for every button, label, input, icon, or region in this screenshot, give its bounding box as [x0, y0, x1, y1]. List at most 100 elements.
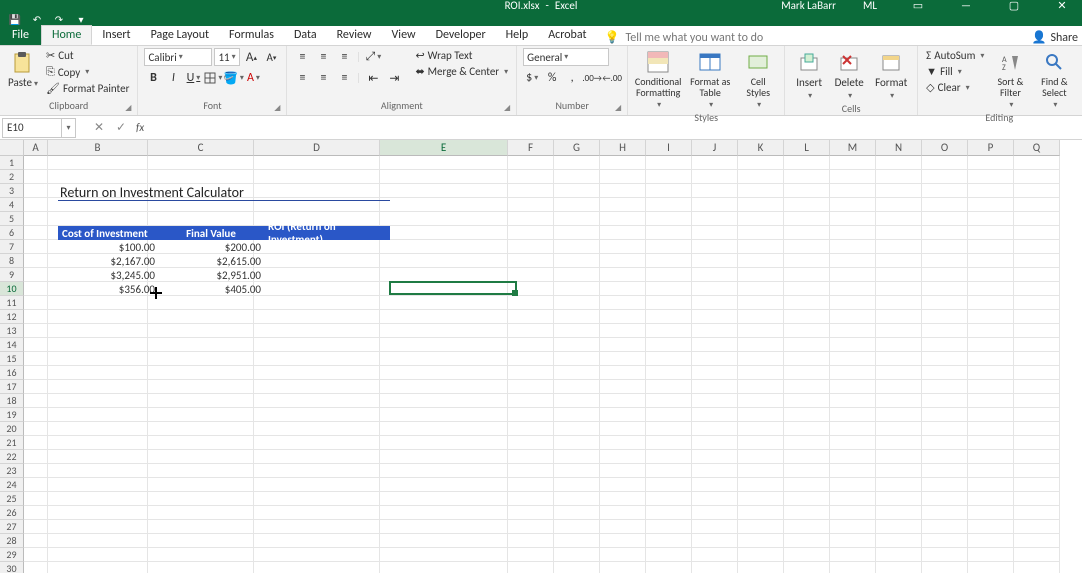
cell[interactable] — [646, 506, 692, 520]
cell[interactable] — [968, 184, 1014, 198]
cell[interactable] — [148, 380, 254, 394]
cell[interactable] — [738, 324, 784, 338]
accounting-format-button[interactable]: $ — [523, 69, 541, 87]
cell[interactable] — [48, 534, 148, 548]
cell[interactable] — [646, 380, 692, 394]
cell[interactable] — [692, 534, 738, 548]
cell[interactable] — [380, 478, 508, 492]
cell[interactable] — [646, 534, 692, 548]
cell[interactable] — [646, 422, 692, 436]
undo-icon[interactable]: ↶ — [28, 12, 46, 26]
borders-button[interactable] — [204, 69, 222, 87]
cell[interactable] — [692, 548, 738, 562]
cell[interactable] — [148, 394, 254, 408]
cell[interactable] — [830, 422, 876, 436]
cell[interactable] — [24, 310, 48, 324]
cell[interactable] — [554, 254, 600, 268]
cell[interactable] — [876, 366, 922, 380]
cell[interactable] — [1014, 436, 1060, 450]
cell[interactable] — [600, 394, 646, 408]
cell[interactable] — [738, 548, 784, 562]
find-select-button[interactable]: Find & Select — [1034, 48, 1074, 110]
column-header[interactable]: J — [692, 140, 738, 156]
tab-home[interactable]: Home — [41, 25, 92, 45]
enter-formula-button[interactable]: ✓ — [110, 120, 132, 135]
cell[interactable] — [380, 156, 508, 170]
cell[interactable] — [254, 548, 380, 562]
cell[interactable] — [738, 268, 784, 282]
cell[interactable] — [738, 380, 784, 394]
cell[interactable] — [380, 548, 508, 562]
cell-styles-button[interactable]: Cell Styles — [738, 48, 778, 110]
cell[interactable] — [148, 338, 254, 352]
cell[interactable] — [254, 352, 380, 366]
cell[interactable] — [600, 170, 646, 184]
cell[interactable] — [784, 464, 830, 478]
cell[interactable] — [922, 156, 968, 170]
cell[interactable] — [646, 408, 692, 422]
column-header[interactable]: O — [922, 140, 968, 156]
merge-center-button[interactable]: ⬌Merge & Center — [413, 64, 510, 79]
tell-me-search[interactable]: 💡 Tell me what you want to do — [604, 30, 763, 45]
cell[interactable] — [968, 338, 1014, 352]
format-cells-button[interactable]: Format — [871, 48, 911, 101]
cell[interactable] — [600, 212, 646, 226]
cell[interactable] — [922, 478, 968, 492]
cell[interactable] — [738, 506, 784, 520]
cell[interactable] — [646, 254, 692, 268]
cell[interactable] — [24, 184, 48, 198]
decrease-decimal-button[interactable]: ←.00 — [603, 69, 621, 87]
cell[interactable] — [148, 212, 254, 226]
cell[interactable] — [254, 156, 380, 170]
cell[interactable] — [148, 324, 254, 338]
cell[interactable] — [554, 450, 600, 464]
cell[interactable] — [254, 268, 380, 282]
cell[interactable] — [876, 198, 922, 212]
cell[interactable] — [380, 520, 508, 534]
cell[interactable] — [148, 310, 254, 324]
cell[interactable] — [922, 548, 968, 562]
bold-button[interactable]: B — [144, 69, 162, 87]
cell[interactable] — [1014, 450, 1060, 464]
cell[interactable] — [380, 464, 508, 478]
cell[interactable] — [830, 478, 876, 492]
tab-page-layout[interactable]: Page Layout — [141, 25, 219, 45]
cell[interactable] — [784, 338, 830, 352]
cell[interactable] — [784, 212, 830, 226]
cell[interactable] — [922, 436, 968, 450]
cell[interactable] — [554, 212, 600, 226]
cell[interactable] — [692, 310, 738, 324]
cell[interactable] — [24, 450, 48, 464]
cell[interactable] — [784, 562, 830, 573]
cell[interactable] — [1014, 184, 1060, 198]
row-header[interactable]: 30 — [0, 562, 24, 573]
tab-data[interactable]: Data — [284, 25, 327, 45]
align-middle-button[interactable]: ≡ — [314, 48, 332, 66]
cell[interactable] — [784, 296, 830, 310]
cell[interactable] — [646, 352, 692, 366]
cell[interactable] — [380, 296, 508, 310]
cell[interactable] — [24, 562, 48, 573]
cell[interactable] — [600, 310, 646, 324]
cell[interactable] — [784, 226, 830, 240]
cell[interactable] — [24, 156, 48, 170]
cell[interactable] — [48, 352, 148, 366]
cell[interactable] — [830, 324, 876, 338]
row-header[interactable]: 22 — [0, 450, 24, 464]
cell[interactable] — [692, 492, 738, 506]
cell[interactable] — [692, 422, 738, 436]
cell[interactable] — [692, 240, 738, 254]
cell[interactable] — [922, 562, 968, 573]
cell[interactable] — [922, 170, 968, 184]
cell[interactable] — [600, 534, 646, 548]
cell[interactable] — [692, 268, 738, 282]
cell[interactable] — [600, 324, 646, 338]
cell[interactable] — [692, 366, 738, 380]
cell[interactable] — [1014, 212, 1060, 226]
cell[interactable] — [148, 450, 254, 464]
cell[interactable] — [508, 422, 554, 436]
cell[interactable] — [508, 520, 554, 534]
cell[interactable] — [968, 380, 1014, 394]
cell[interactable] — [968, 520, 1014, 534]
column-header[interactable]: G — [554, 140, 600, 156]
